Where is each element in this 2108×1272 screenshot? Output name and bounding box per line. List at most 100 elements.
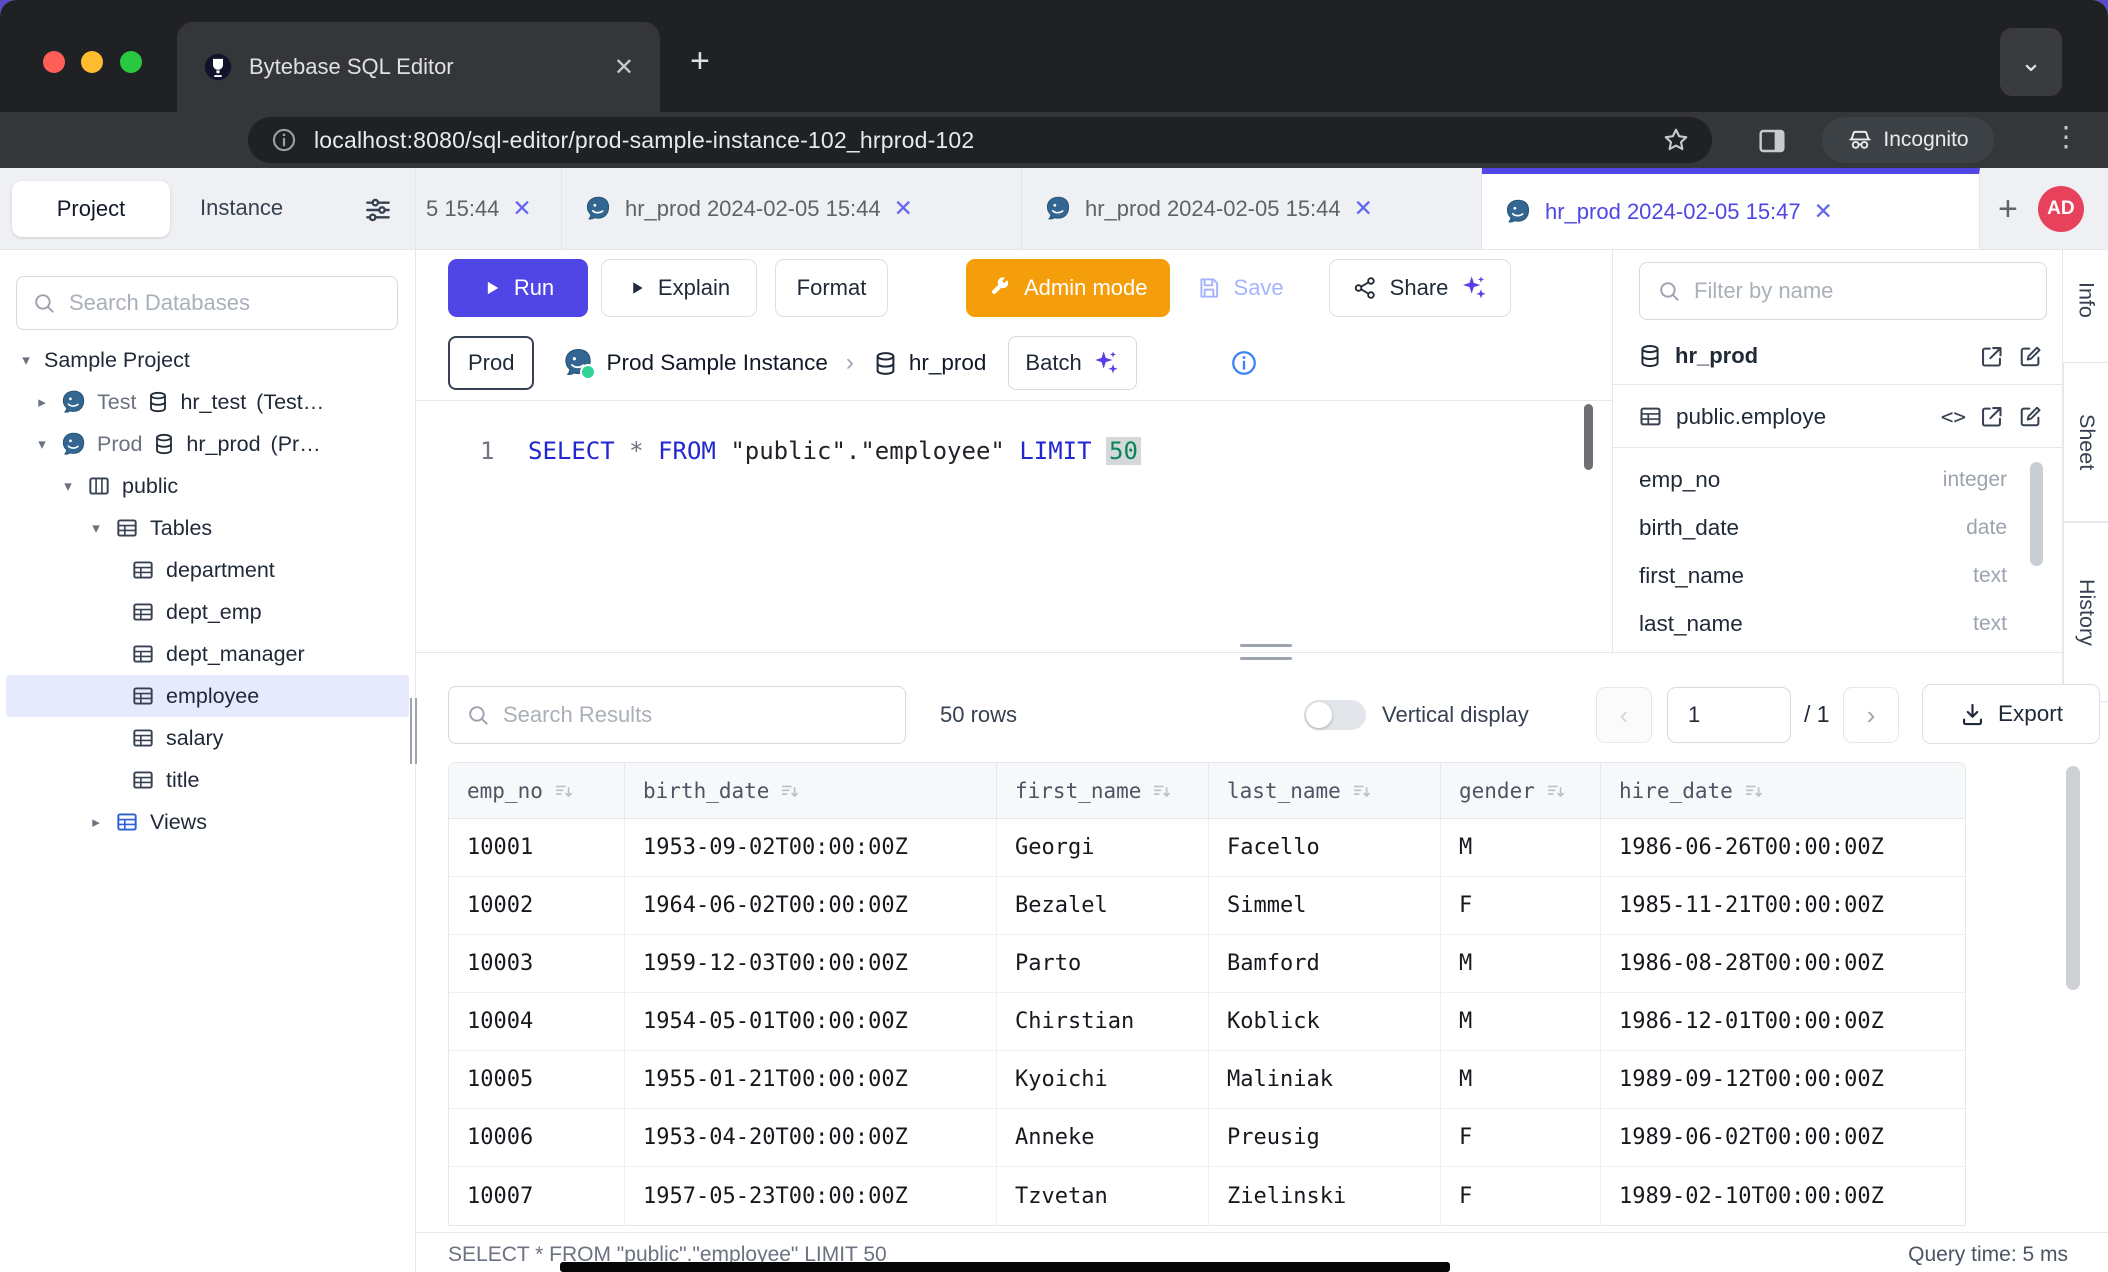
database-icon [872, 350, 899, 377]
results-table: emp_no birth_date first_name last_name g… [448, 762, 1966, 1226]
tab-history[interactable]: History [2063, 522, 2108, 702]
column-header-last-name[interactable]: last_name [1209, 763, 1441, 818]
tab-search-button[interactable]: ⌄ [2000, 28, 2062, 96]
column-header-emp-no[interactable]: emp_no [449, 763, 625, 818]
postgresql-icon [562, 347, 594, 379]
close-tab-icon[interactable]: ✕ [512, 195, 531, 222]
tab-sheet[interactable]: Sheet [2063, 362, 2108, 522]
close-tab-icon[interactable]: ✕ [1814, 198, 1833, 225]
new-tab-button[interactable]: + [690, 44, 710, 78]
side-panel-icon[interactable] [1756, 125, 1788, 157]
chevron-down-icon[interactable]: ▾ [18, 351, 34, 369]
new-worksheet-button[interactable]: + [1998, 192, 2018, 226]
sort-icon[interactable] [1743, 780, 1765, 802]
external-link-icon[interactable] [1978, 343, 2005, 370]
query-time: Query time: 5 ms [1908, 1243, 2068, 1267]
browser-menu-icon[interactable]: ⋮ [2052, 120, 2080, 153]
close-window-button[interactable] [43, 51, 65, 73]
tree-item-table-dept-manager[interactable]: dept_manager [0, 633, 415, 675]
chevron-down-icon[interactable]: ▾ [60, 477, 76, 495]
table-icon [130, 557, 156, 583]
sort-icon[interactable] [1151, 780, 1173, 802]
database-link[interactable]: hr_prod [909, 350, 987, 376]
table-row: 100011953-09-02T00:00:00ZGeorgiFacelloM1… [449, 819, 1965, 877]
admin-mode-button[interactable]: Admin mode [966, 259, 1170, 317]
view-code-icon[interactable]: <> [1941, 405, 1966, 429]
schema-panel-scrollbar[interactable] [2030, 462, 2043, 566]
schema-filter-input[interactable]: Filter by name [1639, 262, 2047, 320]
worksheet-tab-3[interactable]: hr_prod 2024-02-05 15:44 ✕ [1022, 168, 1482, 249]
postgresql-icon [584, 195, 612, 223]
sort-icon[interactable] [553, 780, 575, 802]
tree-item-table-dept-emp[interactable]: dept_emp [0, 591, 415, 633]
vertical-display-toggle[interactable] [1304, 700, 1366, 730]
toggle-knob [1306, 702, 1332, 728]
close-tab-icon[interactable]: ✕ [614, 53, 634, 82]
browser-tab[interactable]: Bytebase SQL Editor ✕ [177, 22, 660, 112]
tree-settings-icon[interactable] [362, 194, 394, 226]
tree-item-schema-public[interactable]: ▾ public [0, 465, 415, 507]
chevron-down-icon[interactable]: ▾ [34, 435, 50, 453]
column-header-hire-date[interactable]: hire_date [1601, 763, 1965, 818]
tree-item-table-department[interactable]: department [0, 549, 415, 591]
next-page-button[interactable]: › [1843, 687, 1899, 743]
minimize-window-button[interactable] [81, 51, 103, 73]
format-button[interactable]: Format [775, 259, 888, 317]
external-link-icon[interactable] [1978, 403, 2005, 430]
chevron-down-icon[interactable]: ▾ [88, 519, 104, 537]
table-row: 100031959-12-03T00:00:00ZPartoBamfordM19… [449, 935, 1965, 993]
editor-scrollbar[interactable] [1584, 404, 1593, 470]
connection-info-icon[interactable] [1229, 348, 1259, 378]
user-avatar[interactable]: AD [2038, 186, 2084, 232]
results-scrollbar[interactable] [2066, 766, 2080, 990]
save-button[interactable]: Save [1186, 259, 1294, 317]
sidebar-resize-handle[interactable] [410, 698, 420, 764]
column-header-first-name[interactable]: first_name [997, 763, 1209, 818]
tree-item-hr-prod[interactable]: ▾ Prod hr_prod(Pr… [0, 423, 415, 465]
tab-instance[interactable]: Instance [200, 195, 283, 221]
tree-item-table-employee[interactable]: employee [6, 675, 409, 717]
worksheet-tab-1[interactable]: 5 15:44 ✕ [416, 168, 562, 249]
batch-button[interactable]: Batch [1008, 336, 1136, 390]
table-icon [1637, 403, 1664, 430]
tree-item-table-salary[interactable]: salary [0, 717, 415, 759]
tree-item-table-title[interactable]: title [0, 759, 415, 801]
tree-item-project[interactable]: ▾ Sample Project [0, 339, 415, 381]
column-header-gender[interactable]: gender [1441, 763, 1601, 818]
column-header-birth-date[interactable]: birth_date [625, 763, 997, 818]
tab-info[interactable]: Info [2063, 250, 2108, 350]
worksheet-tab-2[interactable]: hr_prod 2024-02-05 15:44 ✕ [562, 168, 1022, 249]
edit-icon[interactable] [2017, 403, 2044, 430]
browser-tab-title: Bytebase SQL Editor [249, 54, 598, 80]
results-search-input[interactable]: Search Results [448, 686, 906, 744]
sort-icon[interactable] [779, 780, 801, 802]
editor-toolbar: Run Explain Format Admin mode Save Share [416, 250, 1612, 326]
tab-project[interactable]: Project [12, 181, 170, 237]
close-tab-icon[interactable]: ✕ [894, 195, 913, 222]
instance-link[interactable]: Prod Sample Instance [606, 350, 827, 376]
tree-item-hr-test[interactable]: ▸ Test hr_test(Test… [0, 381, 415, 423]
sort-icon[interactable] [1545, 780, 1567, 802]
sort-icon[interactable] [1351, 780, 1373, 802]
tree-group-views[interactable]: ▸ Views [0, 801, 415, 843]
url-bar[interactable]: localhost:8080/sql-editor/prod-sample-in… [248, 117, 1712, 163]
zoom-window-button[interactable] [120, 51, 142, 73]
worksheet-tab-active[interactable]: hr_prod 2024-02-05 15:47 ✕ [1482, 168, 1980, 249]
run-button[interactable]: Run [448, 259, 588, 317]
sql-editor[interactable]: 1 SELECT * FROM "public"."employee" LIMI… [416, 400, 1612, 652]
tree-group-tables[interactable]: ▾ Tables [0, 507, 415, 549]
page-number-input[interactable] [1667, 687, 1791, 743]
chevron-right-icon[interactable]: ▸ [88, 813, 104, 831]
edit-icon[interactable] [2017, 343, 2044, 370]
bookmark-star-icon[interactable] [1662, 126, 1690, 154]
site-info-icon[interactable] [270, 126, 298, 154]
postgresql-icon [1044, 195, 1072, 223]
chevron-right-icon[interactable]: ▸ [34, 393, 50, 411]
prev-page-button[interactable]: ‹ [1596, 687, 1652, 743]
panel-resize-handle[interactable] [1240, 644, 1292, 660]
export-button[interactable]: Export [1922, 684, 2100, 744]
explain-button[interactable]: Explain [601, 259, 757, 317]
database-search-input[interactable]: Search Databases [16, 276, 398, 330]
close-tab-icon[interactable]: ✕ [1354, 195, 1373, 222]
share-button[interactable]: Share [1329, 259, 1512, 317]
